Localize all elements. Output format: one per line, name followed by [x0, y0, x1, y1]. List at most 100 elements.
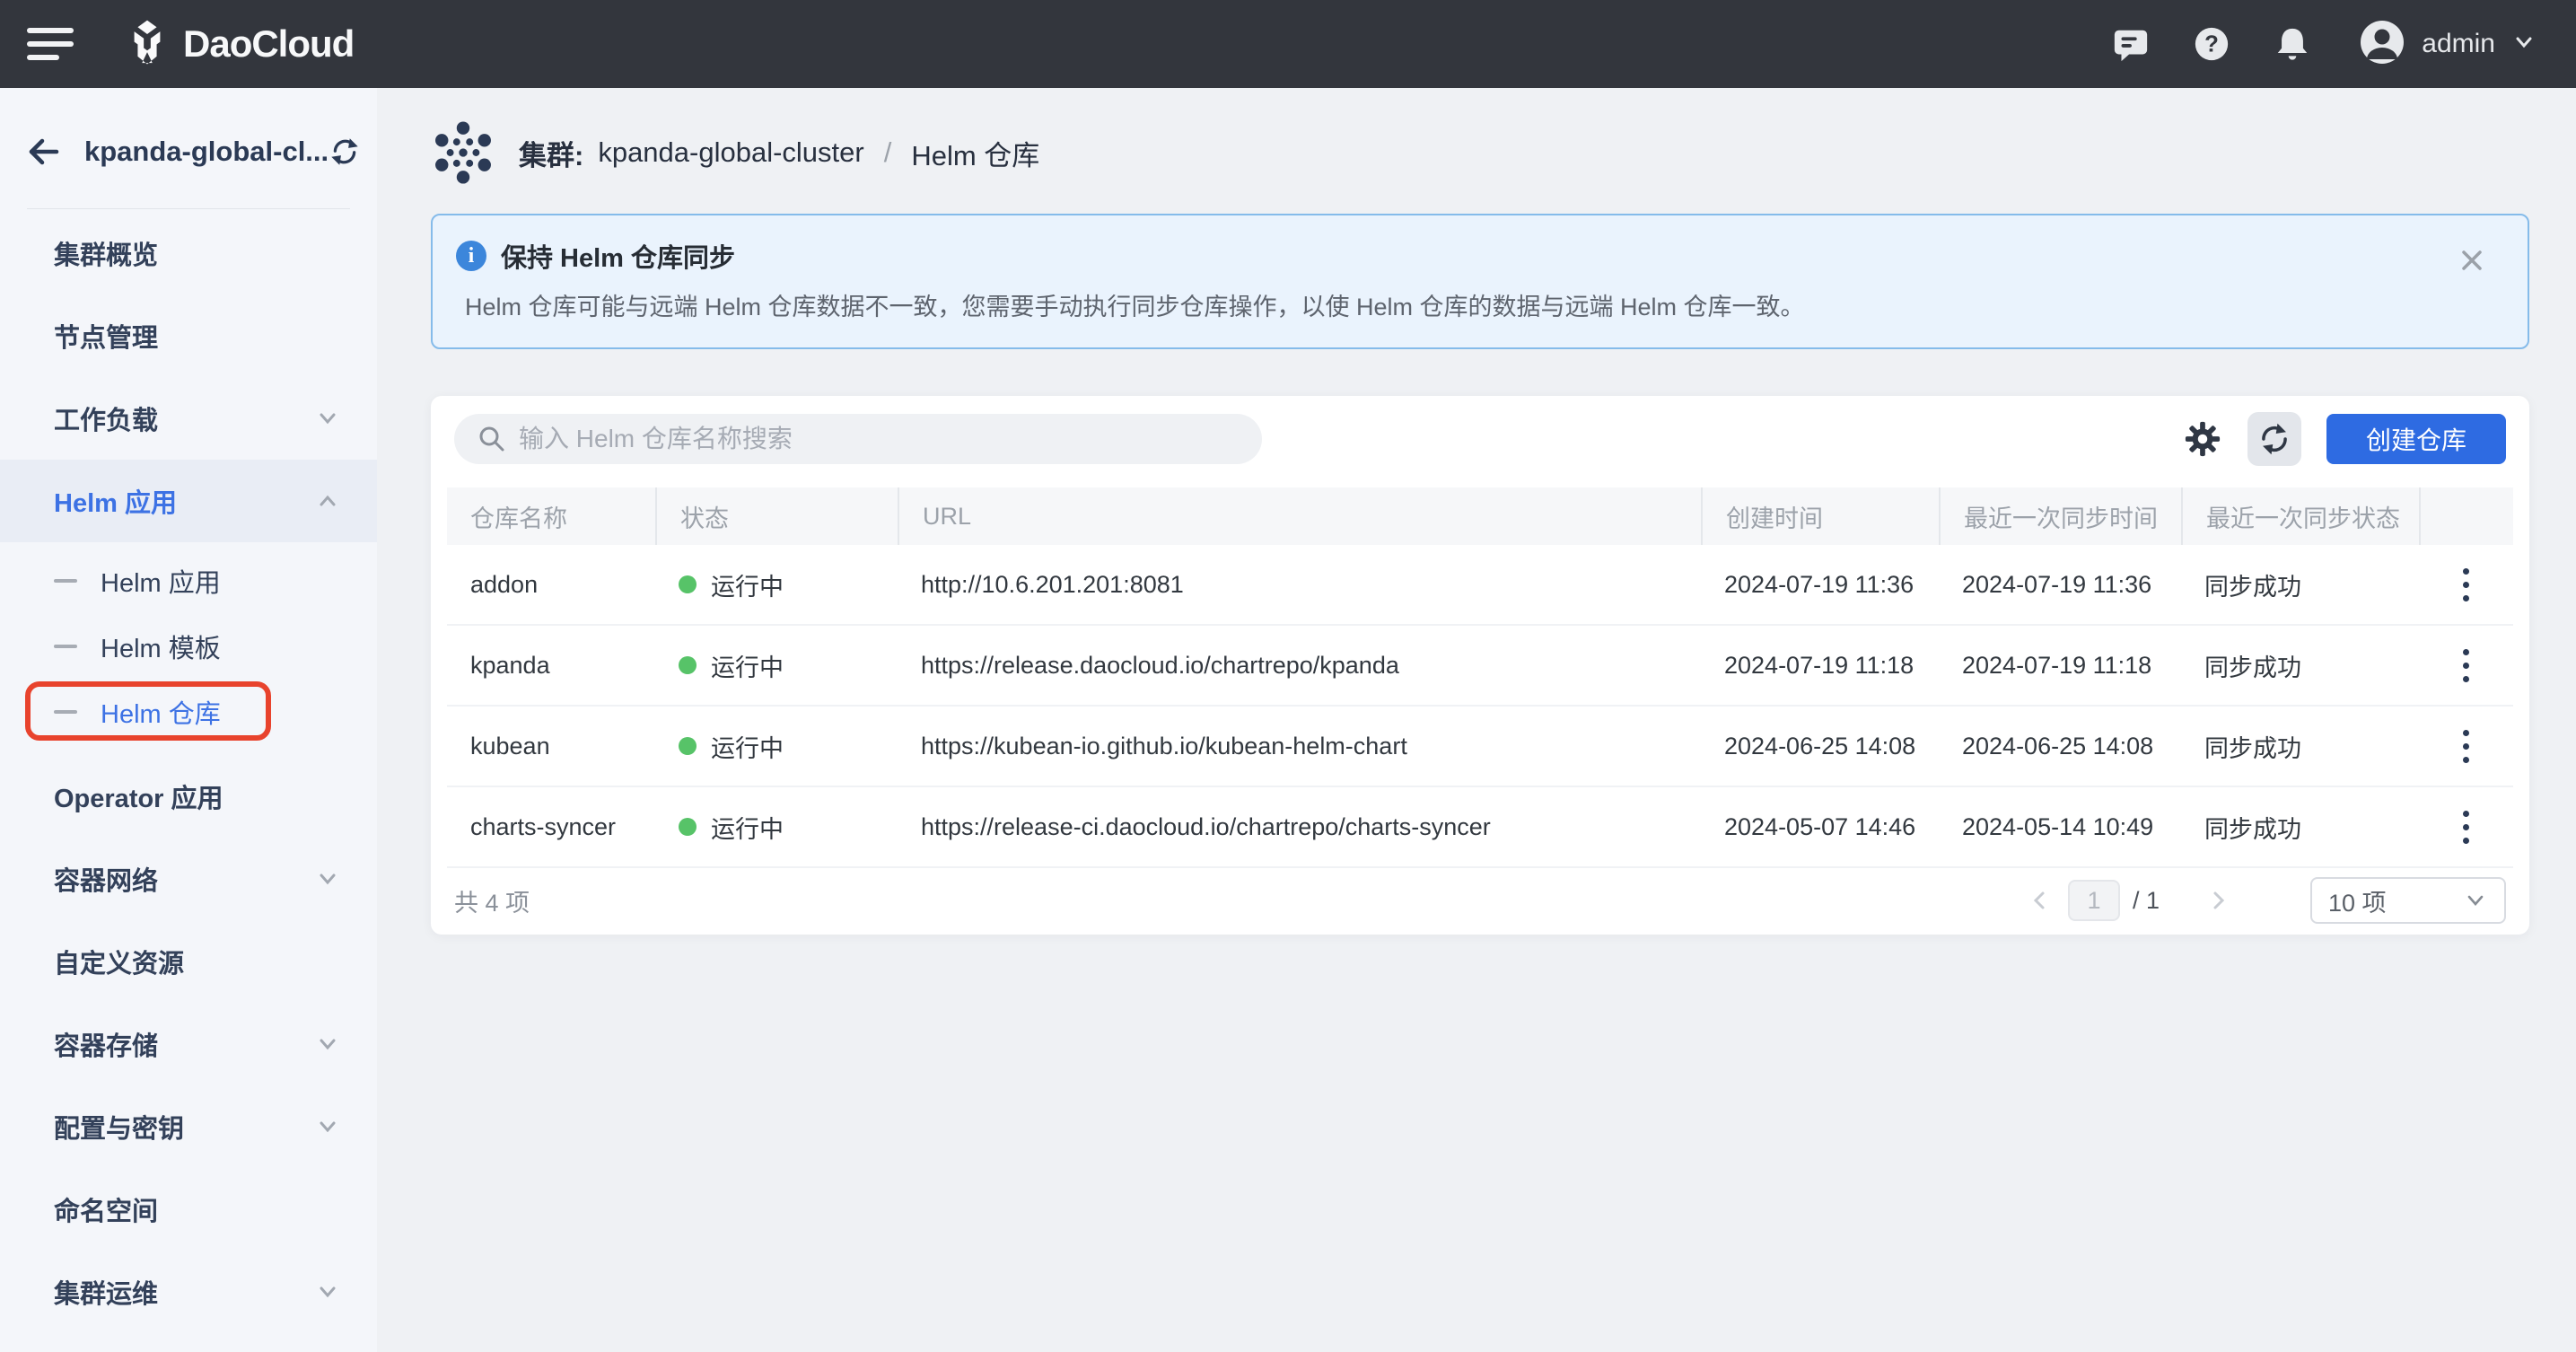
status-text: 运行中 — [711, 729, 784, 764]
chevron-down-icon — [2463, 888, 2488, 913]
nav-label: 集群运维 — [54, 1273, 158, 1311]
nav-label: Helm 仓库 — [101, 693, 221, 731]
last-sync-status: 同步成功 — [2181, 545, 2419, 624]
chevron-down-icon — [2511, 30, 2537, 59]
chevron-down-icon — [314, 405, 341, 432]
pagination: / 1 10 项 — [2027, 877, 2506, 924]
kebab-menu-icon[interactable] — [2456, 723, 2476, 770]
chevron-down-icon — [314, 1031, 341, 1058]
brand-name: DaoCloud — [183, 22, 354, 66]
create-repo-button[interactable]: 创建仓库 — [2326, 414, 2506, 464]
sidebar-item-container-network[interactable]: 容器网络 — [0, 838, 377, 920]
repo-url: https://release.daocloud.io/chartrepo/kp… — [898, 626, 1701, 705]
breadcrumb-separator: / — [884, 136, 892, 169]
repo-name: charts-syncer — [447, 787, 655, 866]
sidebar-subitem-helm-templates[interactable]: Helm 模板 — [0, 613, 377, 679]
sidebar-item-config-secrets[interactable]: 配置与密钥 — [0, 1085, 377, 1168]
refresh-icon — [2257, 422, 2291, 456]
sidebar-subitem-helm-repo[interactable]: Helm 仓库 — [0, 679, 377, 744]
dash-icon — [54, 645, 77, 648]
sidebar-item-workloads[interactable]: 工作负载 — [0, 377, 377, 460]
kebab-menu-icon[interactable] — [2456, 642, 2476, 689]
column-header-last-sync-time: 最近一次同步时间 — [1939, 487, 2181, 545]
table-footer: 共 4 项 / 1 10 项 — [447, 868, 2513, 933]
refresh-button[interactable] — [2247, 412, 2301, 466]
status-dot — [679, 818, 697, 836]
top-header: DaoCloud ? admin — [0, 0, 2576, 88]
repo-name: kpanda — [447, 626, 655, 705]
next-page-button[interactable] — [2204, 887, 2231, 914]
breadcrumb-prefix: 集群: — [519, 133, 583, 173]
chevron-down-icon — [314, 865, 341, 892]
created-time: 2024-06-25 14:08 — [1701, 707, 1939, 786]
last-sync-status: 同步成功 — [2181, 626, 2419, 705]
user-menu[interactable]: admin — [2359, 19, 2537, 70]
table-header-row: 仓库名称 状态 URL 创建时间 最近一次同步时间 最近一次同步状态 — [447, 487, 2513, 545]
table-row: kpanda 运行中 https://release.daocloud.io/c… — [447, 626, 2513, 707]
sidebar-item-node-management[interactable]: 节点管理 — [0, 294, 377, 377]
last-sync-time: 2024-07-19 11:18 — [1939, 626, 2181, 705]
current-cluster-name: kpanda-global-cl... — [84, 136, 329, 168]
status-text: 运行中 — [711, 648, 784, 683]
kebab-menu-icon[interactable] — [2456, 561, 2476, 609]
alert-description: Helm 仓库可能与远端 Helm 仓库数据不一致，您需要手动执行同步仓库操作，… — [465, 287, 2438, 322]
chat-icon[interactable] — [2111, 24, 2151, 64]
gear-icon[interactable] — [2181, 417, 2224, 461]
avatar-icon — [2359, 19, 2405, 70]
nav-label: 工作负载 — [54, 399, 158, 437]
kebab-menu-icon[interactable] — [2456, 803, 2476, 851]
repo-url: http://10.6.201.201:8081 — [898, 545, 1701, 624]
nav-label: 节点管理 — [54, 317, 158, 355]
sidebar-item-container-storage[interactable]: 容器存储 — [0, 1003, 377, 1085]
page-input[interactable] — [2068, 880, 2120, 921]
nav-label: Helm 模板 — [101, 628, 221, 665]
nav-label: 容器网络 — [54, 860, 158, 898]
cluster-dots-icon — [431, 120, 495, 185]
sidebar-item-namespaces[interactable]: 命名空间 — [0, 1168, 377, 1251]
search-input[interactable] — [519, 425, 1239, 453]
nav-label: Operator 应用 — [54, 777, 223, 815]
hamburger-menu-icon[interactable] — [27, 24, 79, 64]
search-icon — [478, 425, 506, 453]
sidebar-subitem-helm-apps[interactable]: Helm 应用 — [0, 548, 377, 613]
chevron-down-icon — [314, 1278, 341, 1305]
nav-label: 自定义资源 — [54, 943, 184, 980]
created-time: 2024-07-19 11:18 — [1701, 626, 1939, 705]
helm-submenu: Helm 应用 Helm 模板 Helm 仓库 — [0, 542, 377, 755]
bell-icon[interactable] — [2273, 24, 2312, 64]
repo-name: kubean — [447, 707, 655, 786]
status-dot — [679, 737, 697, 755]
table-row: kubean 运行中 https://kubean-io.github.io/k… — [447, 707, 2513, 787]
column-header-status: 状态 — [655, 487, 898, 545]
main-content: 集群: kpanda-global-cluster / Helm 仓库 i 保持… — [377, 88, 2576, 1352]
total-count: 共 4 项 — [454, 883, 530, 918]
sidebar-item-helm-apps[interactable]: Helm 应用 — [0, 460, 377, 542]
table-row: addon 运行中 http://10.6.201.201:8081 2024-… — [447, 545, 2513, 626]
created-time: 2024-05-07 14:46 — [1701, 787, 1939, 866]
created-time: 2024-07-19 11:36 — [1701, 545, 1939, 624]
sidebar-item-cluster-overview[interactable]: 集群概览 — [0, 212, 377, 294]
status-dot — [679, 656, 697, 674]
header-actions: ? admin — [2111, 19, 2537, 70]
column-header-created: 创建时间 — [1701, 487, 1939, 545]
last-sync-status: 同步成功 — [2181, 707, 2419, 786]
status-text: 运行中 — [711, 567, 784, 602]
switch-cluster-icon[interactable] — [329, 136, 361, 168]
help-icon[interactable]: ? — [2192, 24, 2231, 64]
cluster-switcher: kpanda-global-cl... — [27, 124, 352, 180]
breadcrumb-cluster-link[interactable]: kpanda-global-cluster — [598, 136, 863, 169]
close-icon[interactable] — [2458, 246, 2486, 275]
info-icon: i — [456, 241, 486, 271]
prev-page-button[interactable] — [2027, 887, 2054, 914]
sidebar-item-cluster-ops[interactable]: 集群运维 — [0, 1251, 377, 1333]
sidebar-item-operator-apps[interactable]: Operator 应用 — [0, 755, 377, 838]
page-size-select[interactable]: 10 项 — [2310, 877, 2506, 924]
back-arrow-icon[interactable] — [27, 136, 59, 168]
chevron-up-icon — [314, 487, 341, 514]
svg-text:?: ? — [2204, 32, 2219, 57]
brand-logo[interactable]: DaoCloud — [126, 20, 354, 68]
nav-label: 容器存储 — [54, 1025, 158, 1063]
status-dot — [679, 575, 697, 593]
sidebar-item-custom-resources[interactable]: 自定义资源 — [0, 920, 377, 1003]
dash-icon — [54, 579, 77, 583]
